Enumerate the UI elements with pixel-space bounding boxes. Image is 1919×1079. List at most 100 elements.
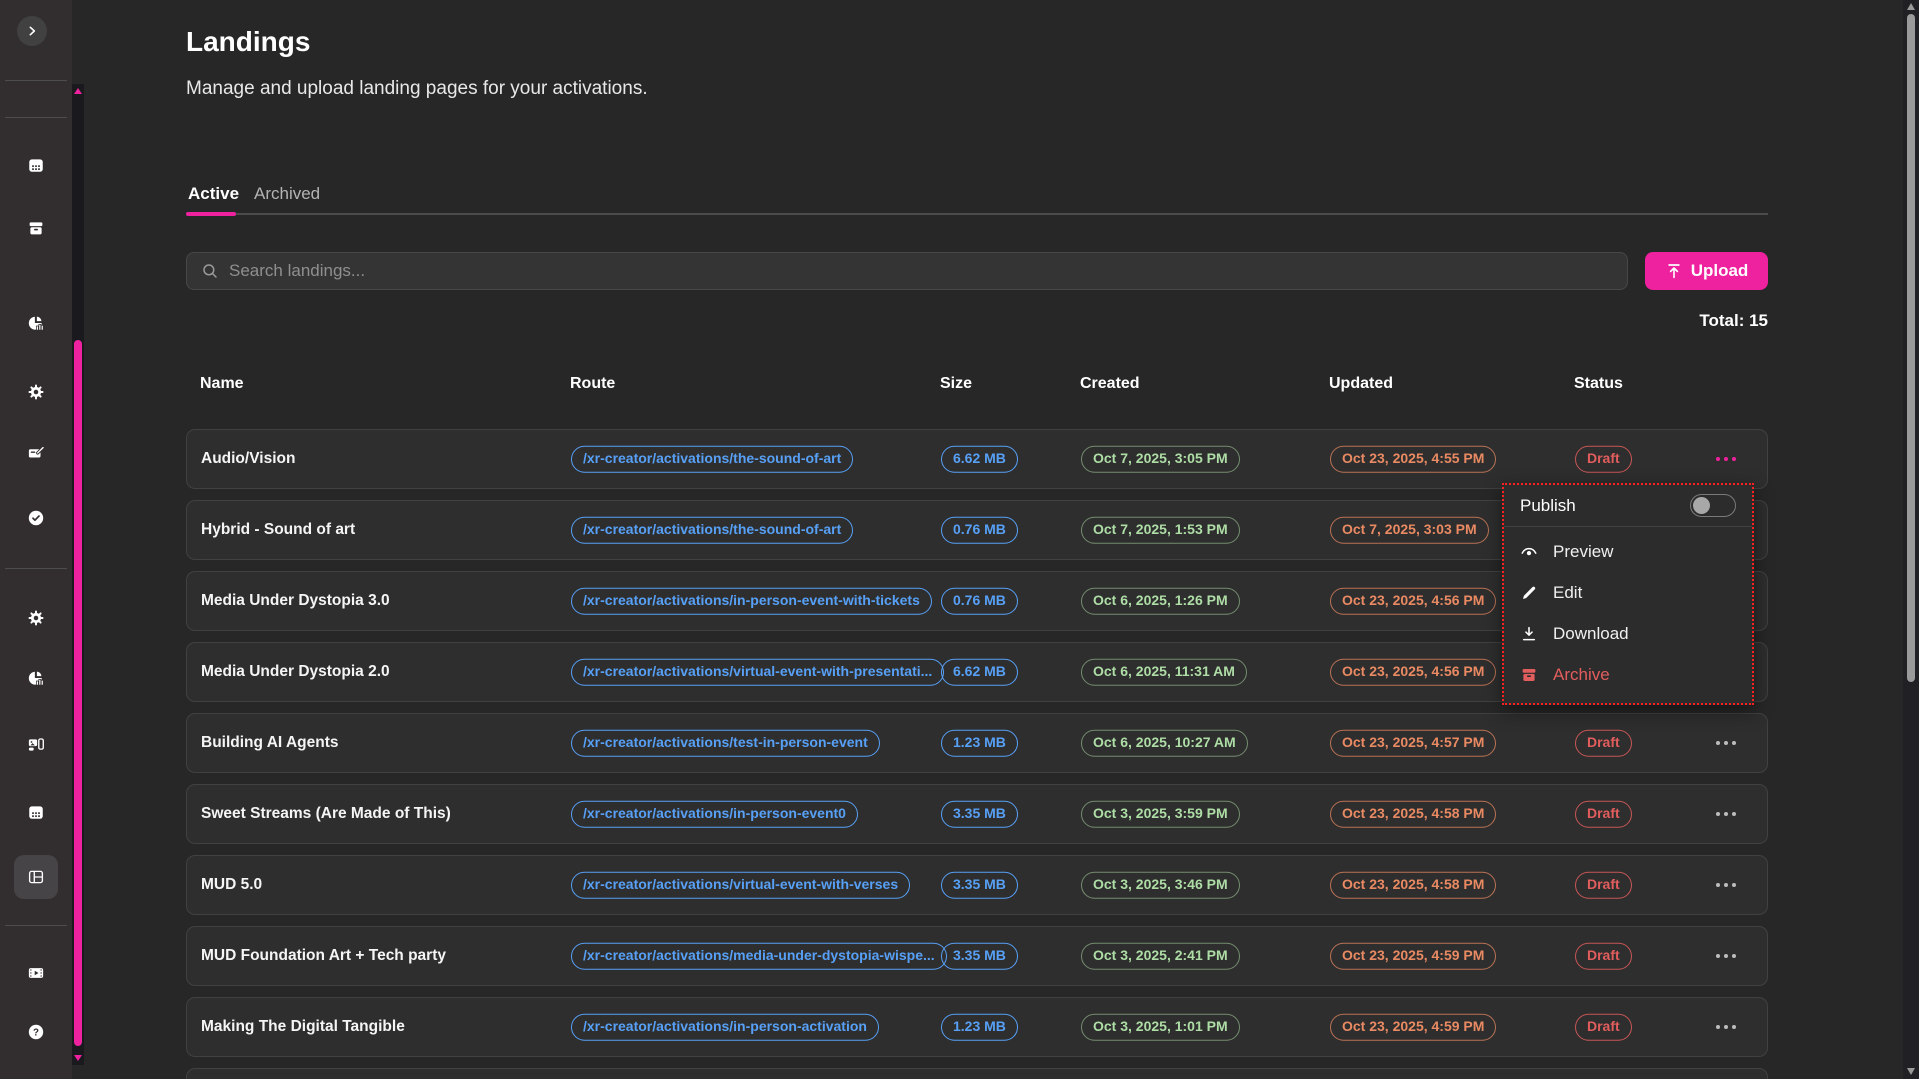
column-header-name: Name <box>200 375 244 393</box>
page-subtitle: Manage and upload landing pages for your… <box>186 78 648 100</box>
check-circle-icon <box>27 509 45 527</box>
row-size-badge: 0.76 MB <box>941 517 1018 544</box>
sidebar-item-analytics[interactable] <box>14 301 58 345</box>
row-route-badge: /xr-creator/activations/in-person-event0 <box>571 801 858 828</box>
sidebar-item-calendar[interactable] <box>14 143 58 187</box>
sidebar-item-rsvp[interactable] <box>14 431 58 475</box>
row-name: Media Under Dystopia 2.0 <box>201 663 390 681</box>
tab-archived[interactable]: Archived <box>254 184 320 204</box>
row-status-badge: Draft <box>1575 730 1632 757</box>
sidebar-item-landings[interactable] <box>14 855 58 899</box>
row-created-badge: Oct 3, 2025, 2:41 PM <box>1081 943 1240 970</box>
sidebar-item-help[interactable]: ? <box>14 1010 58 1054</box>
layout-icon <box>27 868 45 886</box>
pie-chart-icon <box>27 669 45 687</box>
table-header: Name Route Size Created Updated Status <box>186 375 1768 395</box>
sidebar-item-settings-2[interactable] <box>14 596 58 640</box>
table-row[interactable]: Audio/Vision /xr-creator/activations/the… <box>186 429 1768 489</box>
page-scrollbar-thumb[interactable] <box>1907 14 1915 682</box>
row-name: MUD Foundation Art + Tech party <box>201 947 446 965</box>
upload-button-label: Upload <box>1691 261 1749 281</box>
row-actions-button[interactable] <box>1709 447 1743 471</box>
download-icon <box>1520 625 1538 643</box>
sidebar-divider <box>5 925 67 926</box>
row-status-badge: Draft <box>1575 446 1632 473</box>
archive-icon <box>1520 666 1538 684</box>
ellipsis-icon <box>1716 883 1720 887</box>
menu-item-download[interactable]: Download <box>1504 613 1752 654</box>
calendar-icon <box>27 803 45 821</box>
svg-text:?: ? <box>33 1027 39 1038</box>
row-created-badge: Oct 7, 2025, 1:53 PM <box>1081 517 1240 544</box>
row-route-badge: /xr-creator/activations/in-person-activa… <box>571 1014 879 1041</box>
ellipsis-icon <box>1716 954 1720 958</box>
row-updated-badge: Oct 23, 2025, 4:58 PM <box>1330 872 1496 899</box>
row-updated-badge: Oct 23, 2025, 4:59 PM <box>1330 943 1496 970</box>
gear-icon <box>27 383 45 401</box>
upload-button[interactable]: Upload <box>1645 252 1768 290</box>
row-updated-badge: Oct 23, 2025, 4:58 PM <box>1330 801 1496 828</box>
row-created-badge: Oct 3, 2025, 1:01 PM <box>1081 1014 1240 1041</box>
page-scrollbar[interactable] <box>1903 0 1919 1079</box>
table-row[interactable]: MUD Foundation Art + Tech party /xr-crea… <box>186 926 1768 986</box>
sidebar-scrollbar[interactable] <box>72 84 84 1065</box>
calendar-icon <box>27 156 45 174</box>
row-created-badge: Oct 6, 2025, 10:27 AM <box>1081 730 1248 757</box>
sidebar-expand-button[interactable] <box>17 16 47 46</box>
column-header-status: Status <box>1574 375 1623 393</box>
row-route-badge: /xr-creator/activations/the-sound-of-art <box>571 517 853 544</box>
sidebar-divider <box>5 568 67 569</box>
row-size-badge: 3.35 MB <box>941 872 1018 899</box>
row-actions-button[interactable] <box>1709 731 1743 755</box>
row-actions-button[interactable] <box>1709 944 1743 968</box>
row-actions-button[interactable] <box>1709 873 1743 897</box>
gear-icon <box>27 609 45 627</box>
table-row[interactable]: MUD 5.0 /xr-creator/activations/virtual-… <box>186 855 1768 915</box>
row-size-badge: 3.35 MB <box>941 943 1018 970</box>
menu-item-label: Edit <box>1553 583 1582 603</box>
column-header-created: Created <box>1080 375 1140 393</box>
scroll-up-icon[interactable] <box>1907 3 1915 10</box>
sidebar-item-video[interactable] <box>14 951 58 995</box>
sidebar-item-settings[interactable] <box>14 370 58 414</box>
table-row-partial <box>186 1068 1768 1079</box>
sidebar-item-calendar-2[interactable] <box>14 790 58 834</box>
sidebar-item-analytics-2[interactable] <box>14 656 58 700</box>
row-actions-button[interactable] <box>1709 1015 1743 1039</box>
table-row[interactable]: Sweet Streams (Are Made of This) /xr-cre… <box>186 784 1768 844</box>
chevron-right-icon <box>23 22 41 40</box>
search-input[interactable] <box>229 261 1627 281</box>
table-row[interactable]: Making The Digital Tangible /xr-creator/… <box>186 997 1768 1057</box>
sidebar-item-media[interactable] <box>14 723 58 767</box>
ellipsis-icon <box>1716 812 1720 816</box>
menu-item-preview[interactable]: Preview <box>1504 531 1752 572</box>
sidebar-item-checkin[interactable] <box>14 496 58 540</box>
tab-active-underline <box>186 212 236 216</box>
archive-box-icon <box>27 219 45 237</box>
scroll-down-icon[interactable] <box>1907 1068 1915 1075</box>
sidebar-item-archive[interactable] <box>14 206 58 250</box>
menu-item-archive[interactable]: Archive <box>1504 654 1752 695</box>
scroll-down-icon[interactable] <box>74 1055 82 1061</box>
row-status-badge: Draft <box>1575 801 1632 828</box>
publish-toggle[interactable] <box>1690 494 1736 517</box>
row-size-badge: 0.76 MB <box>941 588 1018 615</box>
row-updated-badge: Oct 23, 2025, 4:56 PM <box>1330 588 1496 615</box>
sidebar: ? <box>0 0 72 1079</box>
row-name: Sweet Streams (Are Made of This) <box>201 805 451 823</box>
row-actions-button[interactable] <box>1709 802 1743 826</box>
pie-chart-icon <box>27 314 45 332</box>
row-name: Building AI Agents <box>201 734 338 752</box>
row-updated-badge: Oct 7, 2025, 3:03 PM <box>1330 517 1489 544</box>
tabs-divider <box>186 213 1768 215</box>
help-icon: ? <box>27 1023 45 1041</box>
scroll-up-icon[interactable] <box>74 88 82 94</box>
row-route-badge: /xr-creator/activations/media-under-dyst… <box>571 943 947 970</box>
menu-item-edit[interactable]: Edit <box>1504 572 1752 613</box>
table-row[interactable]: Building AI Agents /xr-creator/activatio… <box>186 713 1768 773</box>
row-route-badge: /xr-creator/activations/virtual-event-wi… <box>571 659 944 686</box>
row-name: Hybrid - Sound of art <box>201 521 355 539</box>
tab-active[interactable]: Active <box>188 184 239 204</box>
sidebar-scrollbar-thumb[interactable] <box>74 340 82 1046</box>
column-header-updated: Updated <box>1329 375 1393 393</box>
